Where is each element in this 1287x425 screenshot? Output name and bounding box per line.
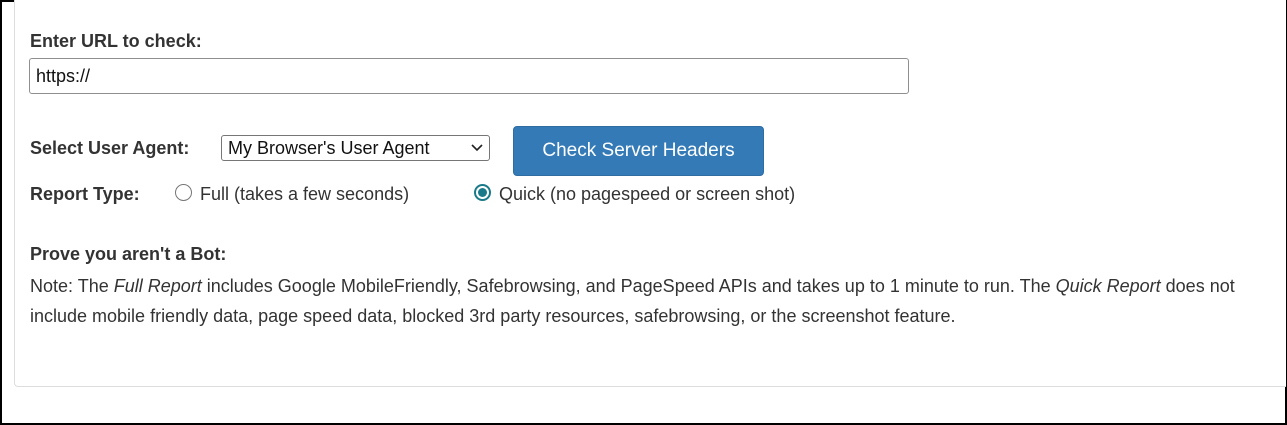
user-agent-select[interactable]: My Browser's User Agent	[221, 135, 490, 161]
url-input[interactable]	[29, 58, 909, 94]
user-agent-selected-value: My Browser's User Agent	[228, 138, 430, 158]
url-label: Enter URL to check:	[30, 31, 202, 51]
radio-full-report-label[interactable]: Full (takes a few seconds)	[200, 184, 409, 205]
chevron-down-icon	[471, 144, 483, 152]
report-type-label: Report Type:	[30, 184, 140, 204]
radio-full-report[interactable]	[175, 184, 192, 201]
bot-check-title: Prove you aren't a Bot:	[30, 244, 227, 264]
user-agent-label: Select User Agent:	[30, 138, 190, 158]
radio-quick-report-label[interactable]: Quick (no pagespeed or screen shot)	[499, 184, 795, 205]
radio-quick-report[interactable]	[474, 184, 491, 201]
report-note: Note: The Full Report includes Google Mo…	[30, 271, 1265, 331]
note-mid: includes Google MobileFriendly, Safebrow…	[201, 276, 1056, 296]
radio-selected-dot	[478, 188, 487, 197]
note-full-report: Full Report	[113, 276, 202, 296]
note-quick-report: Quick Report	[1055, 276, 1161, 296]
check-server-headers-button[interactable]: Check Server Headers	[513, 126, 764, 176]
note-prefix: Note: The	[30, 276, 114, 296]
